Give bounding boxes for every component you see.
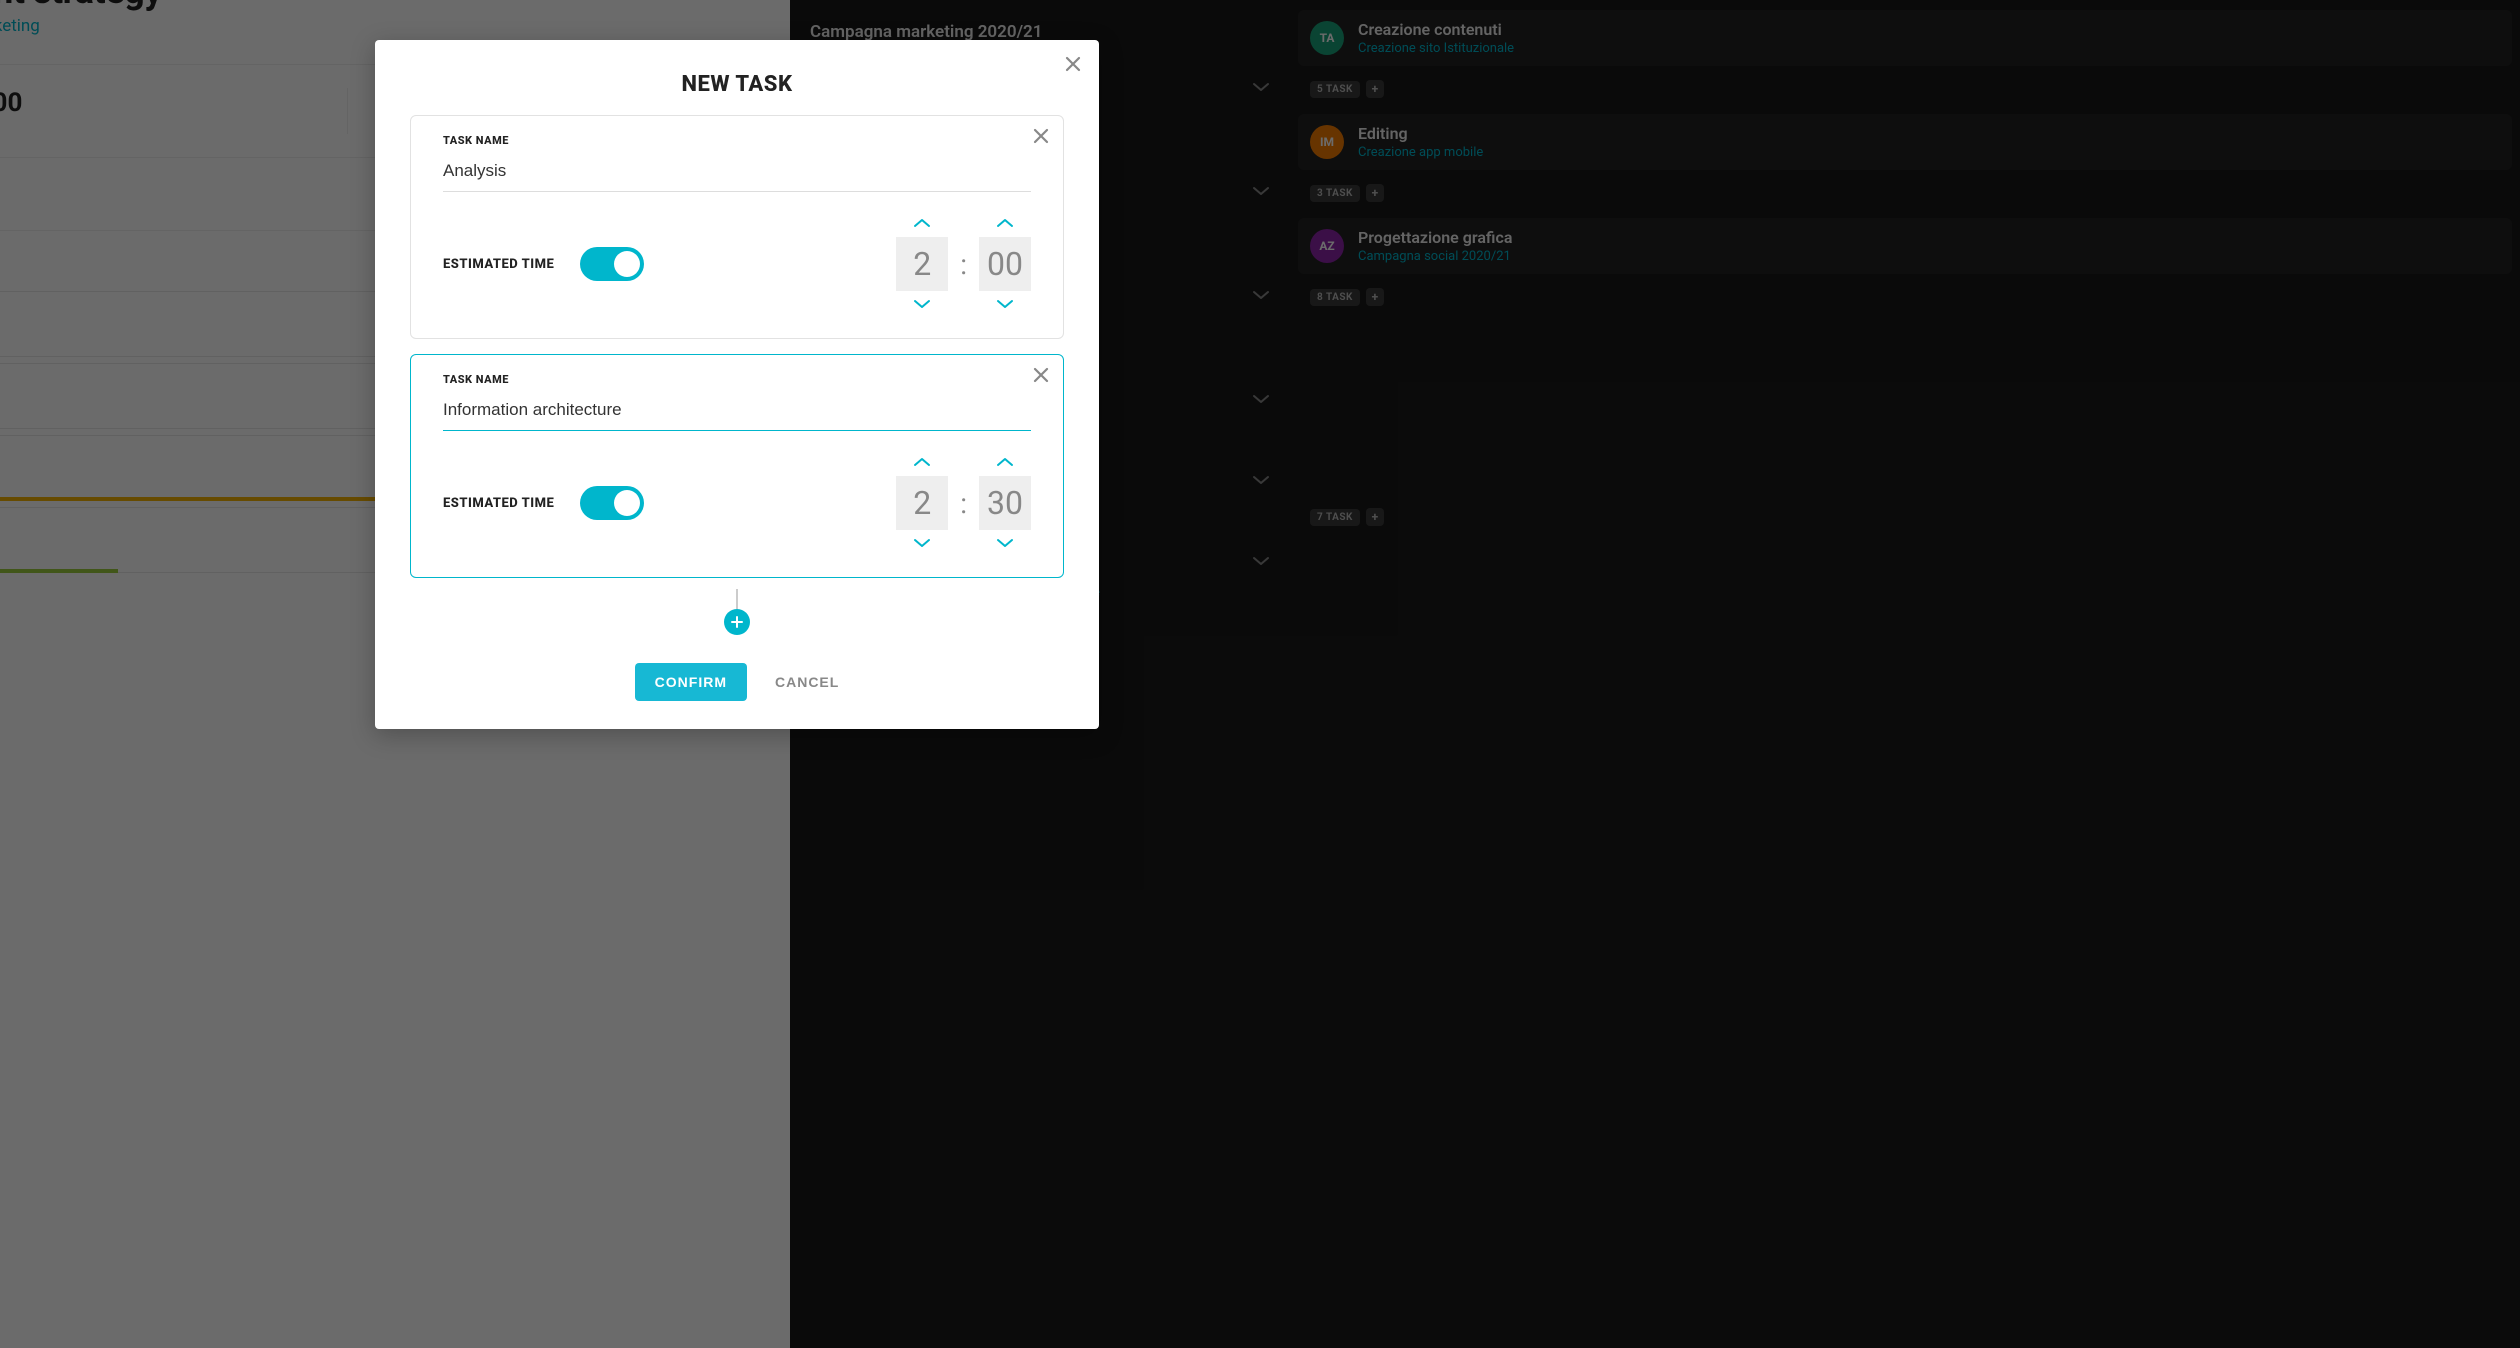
estimated-time-label: ESTIMATED TIME [443, 257, 554, 272]
cancel-button[interactable]: CANCEL [775, 674, 839, 690]
estimated-time-label: ESTIMATED TIME [443, 496, 554, 511]
task-form-card: TASK NAME ESTIMATED TIME 2 : 00 [410, 115, 1064, 339]
task-name-label: TASK NAME [443, 373, 1031, 386]
time-colon: : [956, 487, 971, 520]
modal-title: NEW TASK [375, 40, 1099, 115]
close-icon[interactable] [1033, 367, 1049, 387]
time-colon: : [956, 248, 971, 281]
chevron-down-icon[interactable] [913, 534, 931, 553]
add-connector [736, 589, 738, 609]
task-name-input[interactable] [443, 398, 1031, 431]
chevron-down-icon[interactable] [996, 295, 1014, 314]
hours-value[interactable]: 2 [896, 237, 948, 291]
time-picker: 2 : 00 [896, 214, 1031, 314]
add-task-button[interactable] [724, 609, 750, 635]
chevron-down-icon[interactable] [996, 534, 1014, 553]
estimated-time-toggle[interactable] [580, 486, 644, 520]
chevron-up-icon[interactable] [996, 453, 1014, 472]
chevron-up-icon[interactable] [913, 214, 931, 233]
task-name-label: TASK NAME [443, 134, 1031, 147]
chevron-down-icon[interactable] [913, 295, 931, 314]
confirm-button[interactable]: CONFIRM [635, 663, 747, 701]
close-icon[interactable] [1065, 56, 1081, 76]
close-icon[interactable] [1033, 128, 1049, 148]
task-form-card: TASK NAME ESTIMATED TIME 2 : 30 [410, 354, 1064, 578]
minutes-value[interactable]: 30 [979, 476, 1031, 530]
chevron-up-icon[interactable] [913, 453, 931, 472]
minutes-value[interactable]: 00 [979, 237, 1031, 291]
chevron-up-icon[interactable] [996, 214, 1014, 233]
task-name-input[interactable] [443, 159, 1031, 192]
time-picker: 2 : 30 [896, 453, 1031, 553]
hours-value[interactable]: 2 [896, 476, 948, 530]
estimated-time-toggle[interactable] [580, 247, 644, 281]
new-task-modal: NEW TASK TASK NAME ESTIMATED TIME 2 [375, 40, 1099, 729]
